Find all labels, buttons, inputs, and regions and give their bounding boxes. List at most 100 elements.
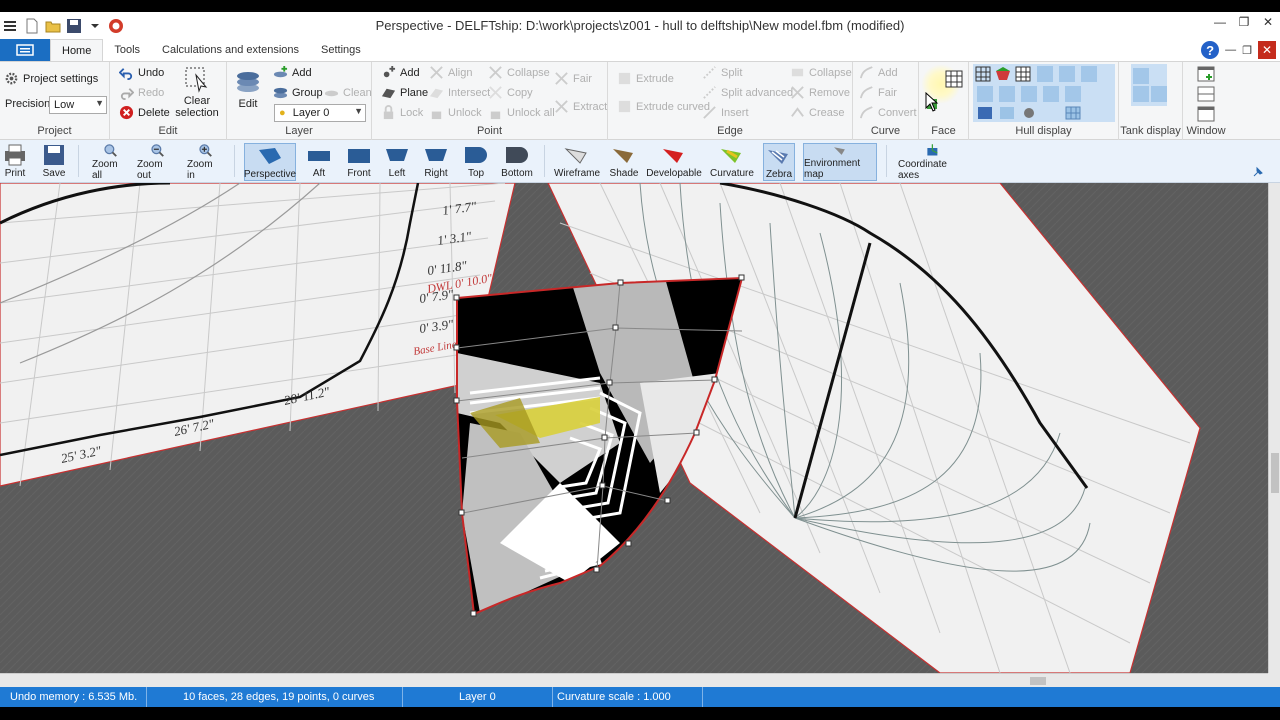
gear-icon xyxy=(5,72,18,85)
point-plane-button[interactable]: Plane xyxy=(381,85,428,100)
hull-tile[interactable] xyxy=(1081,66,1097,82)
cascade-windows-icon[interactable] xyxy=(1197,106,1215,122)
toolbar-pin-icon[interactable] xyxy=(1252,166,1264,178)
open-folder-icon[interactable] xyxy=(45,18,61,34)
point-unlock-button[interactable]: Unlock xyxy=(429,105,482,120)
gear-settings-icon[interactable] xyxy=(1021,106,1037,120)
viewport-canvas[interactable]: 25' 3.2" 26' 7.2" 28' 11.2" 1' 7.7" 1' 3… xyxy=(0,183,1268,673)
zoom-out-button[interactable]: Zoom out xyxy=(137,143,177,181)
edge-extrude-curved-button[interactable]: Extrude curved xyxy=(617,99,710,114)
layer-select[interactable]: ● Layer 0 ▼ xyxy=(274,104,366,122)
3d-viewport[interactable]: 25' 3.2" 26' 7.2" 28' 11.2" 1' 7.7" 1' 3… xyxy=(0,183,1268,673)
tank-tile[interactable] xyxy=(1133,86,1149,102)
layer-clean-button[interactable]: Clean xyxy=(324,85,372,100)
zoom-in-button[interactable]: Zoom in xyxy=(187,143,223,181)
layer-group-button[interactable]: Group xyxy=(273,85,323,100)
point-extract-button[interactable]: Extract xyxy=(554,99,607,114)
scrollbar-thumb[interactable] xyxy=(1030,677,1046,685)
hull-tile[interactable] xyxy=(977,86,993,102)
display-curvature-button[interactable]: Curvature xyxy=(710,143,754,181)
display-grid-icon[interactable] xyxy=(1065,106,1081,120)
tab-tools[interactable]: Tools xyxy=(103,39,151,61)
document-close-button[interactable]: ✕ xyxy=(1258,41,1276,59)
new-file-icon[interactable] xyxy=(24,18,40,34)
maximize-button[interactable]: ❐ xyxy=(1232,12,1256,32)
scrollbar-thumb[interactable] xyxy=(1271,453,1279,493)
zoom-all-button[interactable]: Zoom all xyxy=(92,143,128,181)
curve-convert-button[interactable]: Convert xyxy=(859,105,917,120)
save-icon[interactable] xyxy=(66,18,82,34)
point-fair-button[interactable]: Fair xyxy=(554,71,592,86)
display-flowlines-icon[interactable] xyxy=(977,106,993,120)
application-menu-button[interactable] xyxy=(0,39,50,61)
undo-button[interactable]: Undo xyxy=(119,65,164,80)
display-shade-button[interactable]: Shade xyxy=(609,143,639,181)
view-left-button[interactable]: Left xyxy=(384,143,410,181)
project-settings-button[interactable]: Project settings xyxy=(4,71,98,86)
horizontal-scrollbar[interactable] xyxy=(0,673,1268,687)
tab-calculations[interactable]: Calculations and extensions xyxy=(151,39,310,61)
menu-icon[interactable] xyxy=(3,18,19,34)
point-copy-button[interactable]: Copy xyxy=(488,85,533,100)
tank-tile[interactable] xyxy=(1133,68,1149,84)
precision-select[interactable]: Low ▼ xyxy=(49,96,107,114)
curve-add-button[interactable]: Add xyxy=(859,65,898,80)
delete-button[interactable]: Delete xyxy=(119,105,170,120)
point-unlock-all-button[interactable]: Unlock all xyxy=(488,105,555,120)
group-curve: Add Fair Convert Curve xyxy=(853,62,919,140)
redo-button[interactable]: Redo xyxy=(119,85,164,100)
clear-selection-button[interactable]: Clear selection xyxy=(172,65,222,119)
point-collapse-button[interactable]: Collapse xyxy=(488,65,550,80)
display-zebra-button[interactable]: Zebra xyxy=(763,143,795,181)
point-align-button[interactable]: Align xyxy=(429,65,472,80)
curve-fair-button[interactable]: Fair xyxy=(859,85,897,100)
hull-tile[interactable] xyxy=(1065,86,1081,102)
ribbon-restore-button[interactable]: ❐ xyxy=(1242,44,1252,57)
tile-windows-icon[interactable] xyxy=(1197,86,1215,102)
display-environment-map-button[interactable]: Environment map xyxy=(803,143,877,181)
edge-split-advanced-button[interactable]: Split advanced xyxy=(702,85,793,100)
edge-split-button[interactable]: Split xyxy=(702,65,742,80)
view-perspective-button[interactable]: Perspective xyxy=(244,143,296,181)
view-front-button[interactable]: Front xyxy=(344,143,374,181)
display-markers-icon[interactable] xyxy=(999,106,1015,120)
hull-tile[interactable] xyxy=(1037,66,1053,82)
point-lock-button[interactable]: Lock xyxy=(381,105,423,120)
ribbon-minimize-button[interactable]: — xyxy=(1225,44,1236,56)
print-button[interactable]: Print xyxy=(2,143,28,181)
point-intersect-button[interactable]: Intersect xyxy=(429,85,490,100)
tank-tile[interactable] xyxy=(1151,86,1167,102)
edge-insert-button[interactable]: Insert xyxy=(702,105,749,120)
hull-tile[interactable] xyxy=(1059,66,1075,82)
point-add-button[interactable]: Add xyxy=(381,65,420,80)
close-button[interactable]: ✕ xyxy=(1256,12,1280,32)
control-net-icon[interactable] xyxy=(975,66,991,82)
tab-home[interactable]: Home xyxy=(50,39,104,61)
grid-icon[interactable] xyxy=(1015,66,1031,82)
hull-tile[interactable] xyxy=(1021,86,1037,102)
view-top-button[interactable]: Top xyxy=(462,143,490,181)
layer-add-button[interactable]: Add xyxy=(273,65,312,80)
edge-extrude-button[interactable]: Extrude xyxy=(617,71,674,86)
hull-tile[interactable] xyxy=(1043,86,1059,102)
help-icon[interactable]: ? xyxy=(1201,41,1220,59)
view-bottom-button[interactable]: Bottom xyxy=(500,143,534,181)
coordinate-axes-button[interactable]: Coordinate axes xyxy=(898,143,968,181)
edge-remove-button[interactable]: Remove xyxy=(790,85,850,100)
new-window-icon[interactable] xyxy=(1197,66,1215,82)
hull-tile[interactable] xyxy=(999,86,1015,102)
minimize-button[interactable]: — xyxy=(1208,12,1232,32)
view-right-button[interactable]: Right xyxy=(422,143,450,181)
edge-crease-button[interactable]: Crease xyxy=(790,105,844,120)
dropdown-arrow-icon[interactable] xyxy=(87,18,103,34)
save-button[interactable]: Save xyxy=(40,143,68,181)
edge-collapse-button[interactable]: Collapse xyxy=(790,65,852,80)
layer-edit-button[interactable]: Edit xyxy=(233,68,263,110)
vertical-scrollbar[interactable] xyxy=(1268,183,1280,673)
view-aft-button[interactable]: Aft xyxy=(305,143,333,181)
face-grid-icon[interactable] xyxy=(945,70,963,88)
display-developable-button[interactable]: Developable xyxy=(646,143,702,181)
tab-settings[interactable]: Settings xyxy=(310,39,372,61)
display-wireframe-button[interactable]: Wireframe xyxy=(554,143,600,181)
shaded-hull-icon[interactable] xyxy=(995,66,1011,82)
